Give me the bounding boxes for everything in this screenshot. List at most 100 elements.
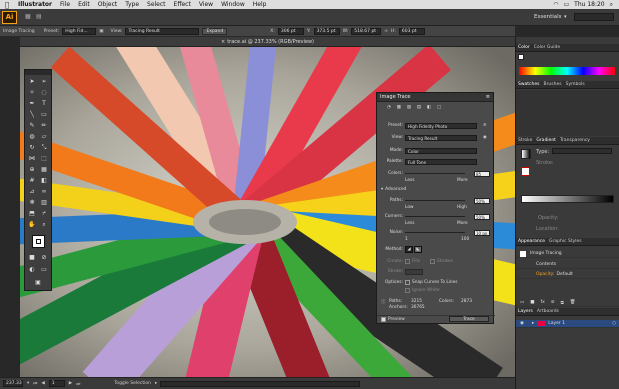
perspective-grid-tool-icon[interactable]: ▦ xyxy=(39,165,49,174)
add-stroke-icon[interactable]: ▭ xyxy=(520,300,524,305)
corners-value[interactable]: 50% xyxy=(474,213,490,220)
wifi-icon[interactable]: ◠ xyxy=(553,1,558,8)
spotlight-icon[interactable]: ⌕ xyxy=(610,1,613,9)
artboard-tool-icon[interactable]: ⬒ xyxy=(27,209,37,218)
color-spectrum[interactable] xyxy=(519,67,615,75)
rectangle-tool-icon[interactable]: ▭ xyxy=(39,110,49,119)
menu-edit[interactable]: Edit xyxy=(74,1,94,8)
menu-type[interactable]: Type xyxy=(121,1,143,8)
outline-icon[interactable]: □ xyxy=(437,105,441,110)
trace-button[interactable]: Trace xyxy=(449,316,489,322)
preset-select[interactable]: High Fid... xyxy=(62,27,97,35)
zoom-tool-icon[interactable]: ⌕ xyxy=(39,220,49,229)
tab-swatches[interactable]: Swatches xyxy=(518,82,540,87)
visibility-eye-icon[interactable]: ◉ xyxy=(520,321,524,326)
shape-builder-tool-icon[interactable]: ⊕ xyxy=(27,165,37,174)
panel-menu-icon[interactable]: ≡ xyxy=(486,94,493,100)
noise-value[interactable]: 10 px xyxy=(474,229,490,236)
magic-wand-tool-icon[interactable]: ✧ xyxy=(27,88,37,97)
black-white-icon[interactable]: ◧ xyxy=(427,105,431,110)
h-field[interactable]: 603 pt xyxy=(398,27,425,35)
gradient-tool-icon[interactable]: ◧ xyxy=(39,176,49,185)
preset-menu-icon[interactable]: ≡ xyxy=(483,123,487,128)
menu-app[interactable]: Illustrator xyxy=(14,1,56,8)
tab-brushes[interactable]: Brushes xyxy=(544,82,562,87)
workspace-switcher[interactable]: Essentials xyxy=(534,14,562,20)
status-chevron-icon[interactable]: ▸ xyxy=(155,381,157,386)
change-screen-mode-icon[interactable]: ▣ xyxy=(33,278,43,287)
blend-tool-icon[interactable]: ∞ xyxy=(39,187,49,196)
blob-brush-tool-icon[interactable]: ◍ xyxy=(27,132,37,141)
stroke-field[interactable] xyxy=(405,268,423,275)
line-tool-icon[interactable]: ╲ xyxy=(27,110,37,119)
lasso-tool-icon[interactable]: ◌ xyxy=(39,88,49,97)
disclosure-triangle-icon[interactable]: ▾ xyxy=(381,187,383,192)
palette-dropdown[interactable]: Full Tone xyxy=(405,158,477,165)
first-artboard-icon[interactable]: ⏮ xyxy=(33,381,37,387)
fx-icon[interactable]: fx xyxy=(541,300,545,305)
snap-curves-checkbox[interactable] xyxy=(405,280,410,285)
auto-color-icon[interactable]: ◔ xyxy=(387,105,391,110)
appearance-contents-row[interactable]: Contents xyxy=(516,261,619,269)
last-artboard-icon[interactable]: ⏭ xyxy=(76,381,80,387)
free-transform-tool-icon[interactable]: ⬚ xyxy=(39,154,49,163)
paintbrush-tool-icon[interactable]: ✎ xyxy=(27,121,37,130)
scale-tool-icon[interactable]: ⤡ xyxy=(39,143,49,152)
link-icon[interactable]: ∞ xyxy=(384,29,388,34)
chevron-down-icon[interactable]: ▾ xyxy=(564,14,567,20)
trace-options-icon[interactable]: ▣ xyxy=(99,29,103,34)
high-color-icon[interactable]: ▦ xyxy=(397,105,401,110)
eye-icon[interactable]: ◉ xyxy=(483,135,487,140)
draw-mode-icon[interactable]: ◐ xyxy=(27,265,37,274)
fill-color-swatch[interactable] xyxy=(518,54,524,60)
tab-artboards[interactable]: Artboards xyxy=(537,309,559,314)
bridge-icon[interactable]: ▦ xyxy=(25,13,31,20)
layer-row[interactable]: ◉ ▸ Layer 1 ○ xyxy=(516,320,619,328)
help-search-input[interactable] xyxy=(574,13,614,21)
hand-tool-icon[interactable]: ✋ xyxy=(27,220,37,229)
tab-color-guide[interactable]: Color Guide xyxy=(534,45,560,50)
menu-select[interactable]: Select xyxy=(143,1,170,8)
symbol-sprayer-tool-icon[interactable]: ❋ xyxy=(27,198,37,207)
prev-artboard-icon[interactable]: ◀ xyxy=(41,381,44,386)
artboard-field[interactable]: 1 xyxy=(48,380,65,387)
paths-value[interactable]: 50% xyxy=(474,197,490,204)
rotate-tool-icon[interactable]: ↻ xyxy=(27,143,37,152)
none-mode-icon[interactable]: ⊘ xyxy=(39,253,49,262)
preview-checkbox[interactable] xyxy=(381,316,386,322)
apple-icon[interactable]:  xyxy=(0,1,14,9)
next-artboard-icon[interactable]: ▶ xyxy=(69,381,72,386)
appearance-opacity-row[interactable]: Opacity: Default xyxy=(516,271,619,279)
colors-slider[interactable] xyxy=(405,173,465,174)
tab-appearance[interactable]: Appearance xyxy=(518,239,545,244)
corners-slider[interactable] xyxy=(405,216,465,217)
tab-stroke[interactable]: Stroke xyxy=(518,138,532,143)
paths-slider[interactable] xyxy=(405,200,465,201)
advanced-row[interactable]: ▾ Advanced xyxy=(377,186,495,193)
pencil-tool-icon[interactable]: ✏ xyxy=(39,121,49,130)
zoom-field[interactable]: 237.33 xyxy=(3,380,23,387)
current-tool-label[interactable]: Toggle Selection xyxy=(114,381,151,386)
selection-tool-icon[interactable]: ➤ xyxy=(27,77,37,86)
menu-view[interactable]: View xyxy=(195,1,217,8)
close-icon[interactable]: × xyxy=(221,39,225,45)
tab-gradient[interactable]: Gradient xyxy=(536,138,556,143)
expand-button[interactable]: Expand xyxy=(202,27,228,35)
clock[interactable]: Thu 18:20 xyxy=(574,1,604,8)
tab-color[interactable]: Color xyxy=(518,45,530,50)
eraser-tool-icon[interactable]: ▱ xyxy=(39,132,49,141)
menu-file[interactable]: File xyxy=(56,1,74,8)
eyedropper-tool-icon[interactable]: ⊿ xyxy=(27,187,37,196)
delete-item-icon[interactable]: 🗑 xyxy=(570,300,576,305)
screen-mode-icon[interactable]: ▭ xyxy=(39,265,49,274)
type-tool-icon[interactable]: T xyxy=(39,99,49,108)
mode-dropdown[interactable]: Color xyxy=(405,147,477,154)
direct-selection-tool-icon[interactable]: ➢ xyxy=(39,77,49,86)
column-graph-tool-icon[interactable]: ▥ xyxy=(39,198,49,207)
tab-symbols[interactable]: Symbols xyxy=(566,82,585,87)
tab-transparency[interactable]: Transparency xyxy=(560,138,590,143)
pen-tool-icon[interactable]: ✒ xyxy=(27,99,37,108)
view-select[interactable]: Tracing Result xyxy=(125,27,200,35)
menu-effect[interactable]: Effect xyxy=(170,1,195,8)
zoom-chevron-icon[interactable]: ▾ xyxy=(27,381,29,386)
